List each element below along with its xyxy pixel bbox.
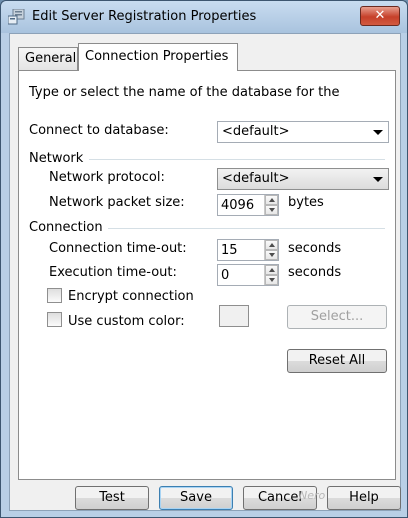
- test-button[interactable]: Test: [75, 486, 149, 510]
- tab-general[interactable]: General: [18, 47, 78, 70]
- execution-timeout-label: Execution time-out:: [49, 265, 177, 280]
- connection-properties-panel: Type or select the name of the database …: [18, 70, 396, 480]
- server-registration-icon: [8, 9, 25, 25]
- connection-timeout-unit: seconds: [288, 241, 342, 256]
- title-bar[interactable]: Edit Server Registration Properties ✕: [1, 1, 407, 33]
- packet-size-unit: bytes: [288, 195, 324, 210]
- encrypt-connection-label[interactable]: Encrypt connection: [68, 289, 194, 304]
- spin-up-icon[interactable]: [265, 240, 278, 250]
- close-button[interactable]: ✕: [360, 6, 400, 26]
- save-button[interactable]: Save: [159, 486, 233, 510]
- network-packet-size-stepper[interactable]: 4096: [217, 194, 279, 216]
- connection-group-header: Connection: [29, 220, 103, 235]
- window-title: Edit Server Registration Properties: [32, 9, 257, 24]
- tab-connection-properties-label: Connection Properties: [85, 49, 229, 64]
- connection-timeout-value: 15: [221, 243, 238, 258]
- chevron-down-icon: [373, 130, 383, 135]
- packet-size-spin-buttons: [264, 195, 278, 215]
- spin-up-icon[interactable]: [265, 195, 278, 205]
- dialog-client-area: General Connection Properties Type or se…: [9, 33, 401, 511]
- select-color-button[interactable]: Select...: [287, 305, 387, 329]
- connect-to-database-value: <default>: [222, 124, 290, 139]
- watermark-text: Nero: [299, 489, 326, 502]
- tab-general-label: General: [25, 51, 77, 66]
- encrypt-connection-checkbox[interactable]: [47, 288, 62, 303]
- network-packet-size-value: 4096: [221, 198, 255, 213]
- close-icon: ✕: [374, 8, 386, 23]
- intro-text: Type or select the name of the database …: [29, 85, 340, 100]
- chevron-down-icon: [373, 177, 383, 182]
- connect-to-database-combo[interactable]: <default>: [217, 121, 389, 143]
- network-packet-size-label: Network packet size:: [49, 195, 185, 210]
- network-protocol-combo[interactable]: <default>: [217, 168, 389, 190]
- tab-connection-properties[interactable]: Connection Properties: [78, 43, 238, 71]
- use-custom-color-label[interactable]: Use custom color:: [68, 314, 185, 329]
- network-protocol-value: <default>: [222, 171, 290, 186]
- network-divider: [89, 159, 385, 160]
- reset-all-button[interactable]: Reset All: [287, 349, 387, 373]
- connection-divider: [108, 228, 385, 229]
- spin-up-icon[interactable]: [265, 265, 278, 275]
- connection-timeout-stepper[interactable]: 15: [217, 239, 279, 261]
- connect-to-database-label: Connect to database:: [29, 123, 169, 138]
- custom-color-swatch: [219, 305, 249, 327]
- spin-down-icon[interactable]: [265, 250, 278, 260]
- network-group-header: Network: [29, 151, 84, 166]
- connection-timeout-label: Connection time-out:: [49, 241, 187, 256]
- use-custom-color-checkbox[interactable]: [47, 312, 62, 327]
- help-button[interactable]: Help: [327, 486, 401, 510]
- execution-timeout-unit: seconds: [288, 265, 342, 280]
- execution-timeout-spin-buttons: [264, 265, 278, 285]
- dialog-window: Edit Server Registration Properties ✕ Ge…: [0, 0, 408, 518]
- spin-down-icon[interactable]: [265, 205, 278, 215]
- network-protocol-label: Network protocol:: [49, 170, 165, 185]
- spin-down-icon[interactable]: [265, 275, 278, 285]
- execution-timeout-value: 0: [221, 268, 230, 283]
- connection-timeout-spin-buttons: [264, 240, 278, 260]
- execution-timeout-stepper[interactable]: 0: [217, 264, 279, 286]
